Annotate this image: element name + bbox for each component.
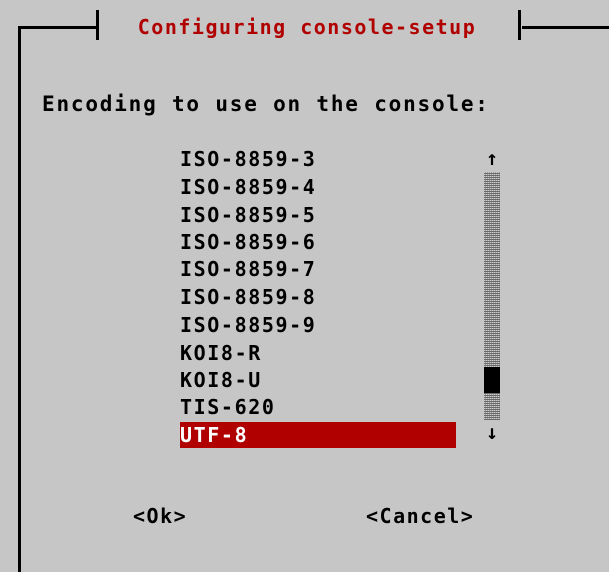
scrollbar-thumb[interactable] [484, 367, 500, 393]
list-item[interactable]: ISO-8859-9 [180, 312, 456, 338]
frame-top-right-line [522, 26, 609, 29]
encoding-prompt: Encoding to use on the console: [42, 92, 490, 116]
console-setup-dialog: Configuring console-setup Encoding to us… [0, 0, 609, 572]
dialog-title: Configuring console-setup [103, 8, 511, 46]
title-right-bracket [518, 10, 521, 40]
list-item[interactable]: ISO-8859-6 [180, 229, 456, 255]
scroll-down-arrow-icon[interactable]: ↓ [484, 420, 500, 444]
ok-button[interactable]: <Ok> [133, 504, 187, 528]
title-left-bracket [96, 10, 99, 40]
list-item[interactable]: ISO-8859-7 [180, 256, 456, 282]
list-item[interactable]: KOI8-R [180, 340, 456, 366]
list-item[interactable]: TIS-620 [180, 394, 456, 420]
cancel-button[interactable]: <Cancel> [366, 504, 474, 528]
list-item[interactable]: ISO-8859-4 [180, 174, 456, 200]
list-item[interactable]: ISO-8859-8 [180, 284, 456, 310]
list-item[interactable]: KOI8-U [180, 367, 456, 393]
scroll-up-arrow-icon[interactable]: ↑ [484, 146, 500, 170]
frame-left-line [18, 26, 21, 572]
list-item[interactable]: ISO-8859-5 [180, 202, 456, 228]
list-item-selected[interactable]: UTF-8 [180, 422, 456, 448]
frame-top-left-line [18, 26, 98, 29]
list-item[interactable]: ISO-8859-3 [180, 146, 456, 172]
